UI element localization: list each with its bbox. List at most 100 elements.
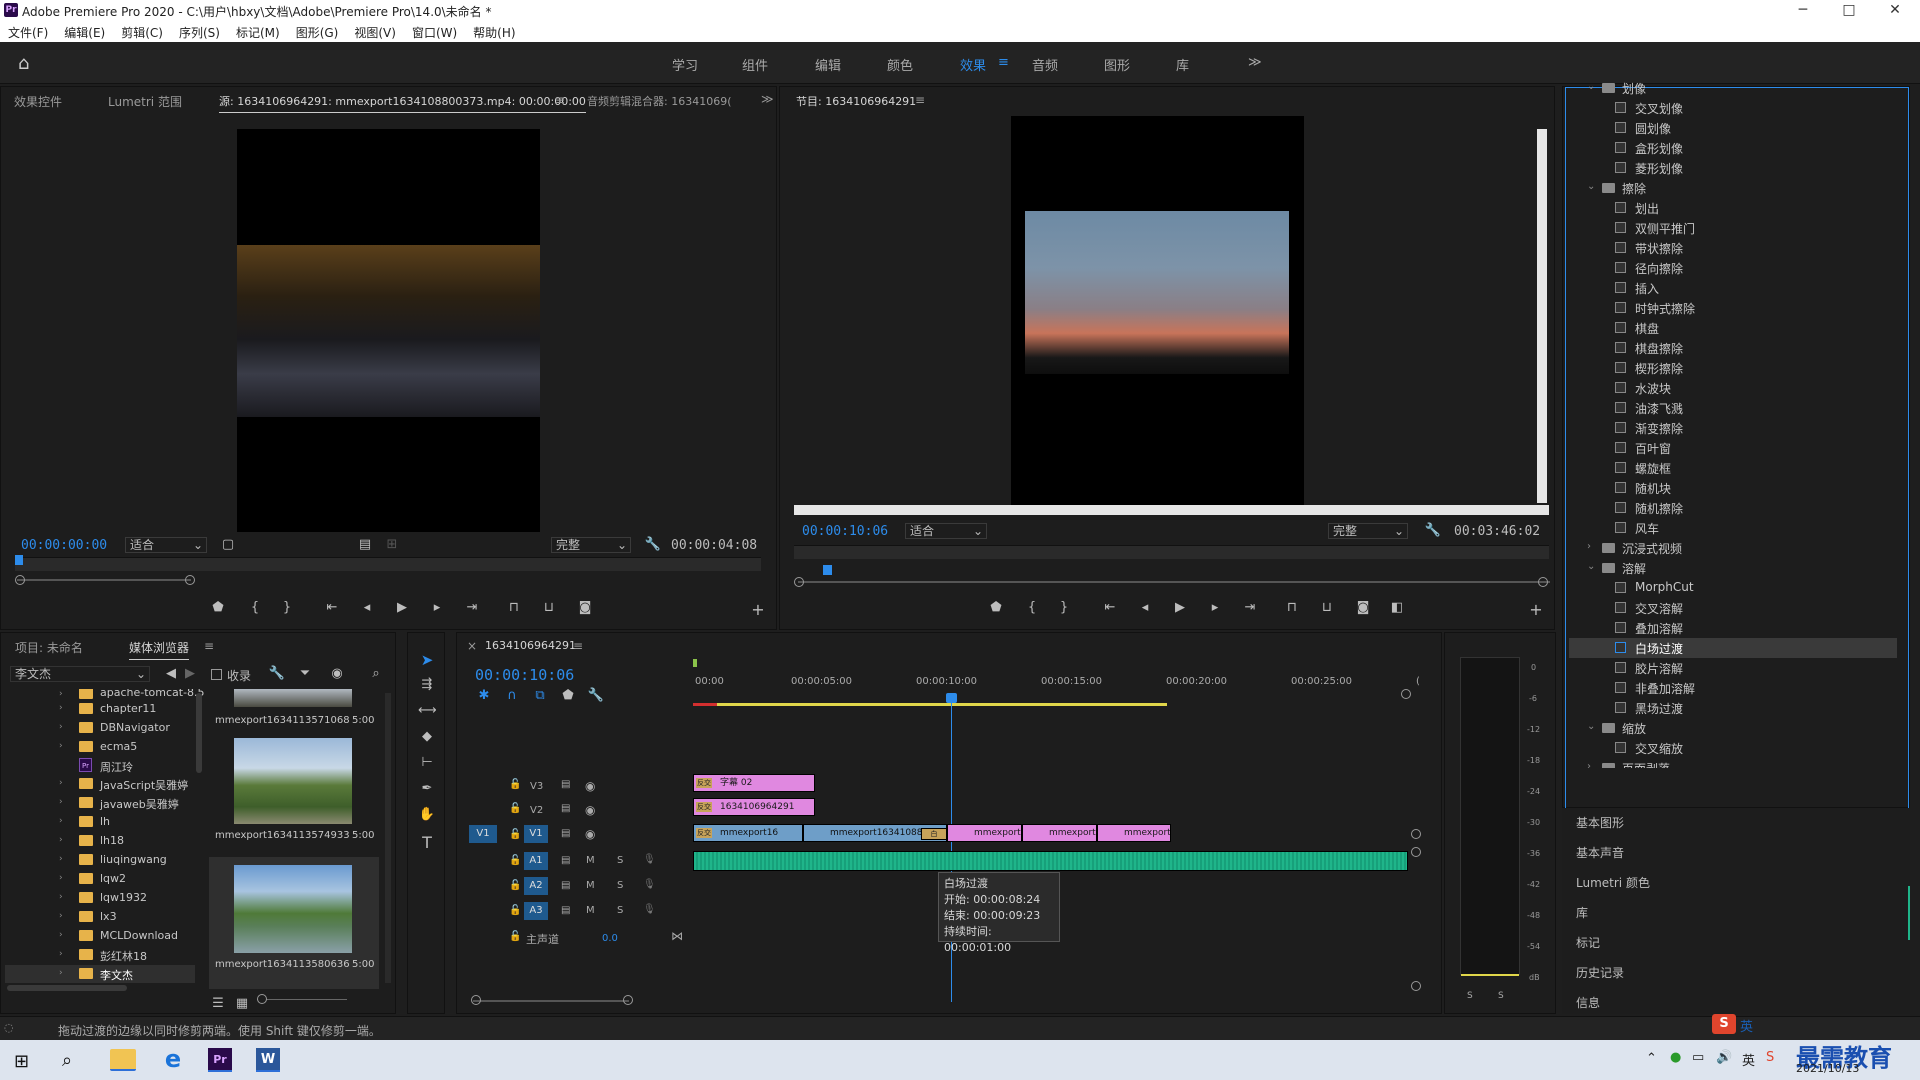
search-icon[interactable]: ⌕: [367, 666, 385, 681]
workspace-audio[interactable]: 音频: [1032, 55, 1058, 74]
effects-group[interactable]: › 沉浸式视频: [1562, 538, 1892, 558]
collapse-arrow-icon[interactable]: ⌄: [1587, 181, 1595, 192]
effect-item[interactable]: 盒形划像: [1569, 138, 1897, 158]
expand-arrow-icon[interactable]: ›: [59, 816, 63, 826]
program-zoom-select[interactable]: 适合 ⌄: [905, 523, 987, 539]
folder-item[interactable]: 彭红林18: [100, 948, 147, 964]
list-view-icon[interactable]: ☰: [209, 996, 227, 1011]
source-zoom-select[interactable]: 适合 ⌄: [125, 537, 207, 553]
mic-icon[interactable]: 🎙: [643, 854, 656, 865]
folder-item[interactable]: javaweb吴雅婷: [100, 796, 179, 812]
effect-item[interactable]: 交叉溶解: [1569, 598, 1897, 618]
folder-item[interactable]: DBNavigator: [100, 721, 170, 734]
expand-arrow-icon[interactable]: ›: [59, 703, 63, 713]
effect-item[interactable]: 菱形划像: [1569, 158, 1897, 178]
premiere-taskbar-icon[interactable]: Pr: [208, 1048, 232, 1072]
add-button-icon[interactable]: +: [1527, 600, 1545, 619]
source-time-ruler[interactable]: [15, 557, 761, 571]
panel-markers[interactable]: 标记: [1576, 934, 1600, 951]
menu-sequence[interactable]: 序列(S): [171, 22, 228, 41]
v-zoom-handle[interactable]: [1411, 981, 1421, 991]
panel-overflow-icon[interactable]: ≫: [761, 92, 774, 106]
effect-item[interactable]: 渐变擦除: [1569, 418, 1897, 438]
solo-button[interactable]: S: [617, 855, 623, 866]
step-forward-icon[interactable]: ▸: [1206, 600, 1224, 615]
mark-in-icon[interactable]: {: [1023, 600, 1041, 615]
lock-icon[interactable]: 🔓: [509, 931, 521, 942]
track-label-a1[interactable]: A1: [524, 852, 548, 870]
volume-icon[interactable]: 🔊: [1716, 1050, 1732, 1065]
expand-arrow-icon[interactable]: ›: [1587, 541, 1591, 552]
effect-item[interactable]: 百叶窗: [1569, 438, 1897, 458]
insert-icon[interactable]: ⊓: [505, 600, 523, 615]
edge-browser-icon[interactable]: e: [160, 1046, 186, 1072]
folder-item[interactable]: lqw2: [100, 872, 126, 885]
clip-v1-3[interactable]: mmexport: [947, 824, 1022, 842]
sync-lock-icon[interactable]: ▤: [561, 880, 570, 891]
menu-view[interactable]: 视图(V): [346, 22, 404, 41]
folder-item[interactable]: apache-tomcat-8.5.: [100, 689, 205, 699]
tab-effect-controls[interactable]: 效果控件: [14, 93, 62, 110]
source-quality-select[interactable]: 完整 ⌄: [551, 537, 631, 553]
zoom-handle-left[interactable]: [471, 995, 481, 1005]
source-panel-menu-icon[interactable]: ≡: [555, 93, 565, 107]
ime-tray-icon[interactable]: 英: [1742, 1050, 1755, 1069]
lock-icon[interactable]: 🔓: [509, 855, 521, 866]
effect-item[interactable]: 圆划像: [1569, 118, 1897, 138]
effect-item[interactable]: 时钟式擦除: [1569, 298, 1897, 318]
menu-marker[interactable]: 标记(M): [228, 22, 288, 41]
effects-group[interactable]: › 页面剥落: [1562, 758, 1892, 768]
maximize-button[interactable]: □: [1826, 0, 1872, 22]
v-zoom-handle[interactable]: [1411, 829, 1421, 839]
clip-v1-5[interactable]: mmexport: [1097, 824, 1171, 842]
effects-group[interactable]: ⌄ 擦除: [1562, 178, 1892, 198]
sequence-menu-icon[interactable]: ≡: [573, 639, 583, 653]
track-label-a3[interactable]: A3: [524, 902, 548, 920]
tree-scrollbar[interactable]: [196, 693, 202, 773]
panel-libraries[interactable]: 库: [1576, 904, 1588, 921]
clip-v1-1[interactable]: 反交 mmexport16: [693, 824, 803, 842]
icon-view-icon[interactable]: ▦: [233, 996, 251, 1011]
track-select-tool-icon[interactable]: ⇶: [418, 677, 436, 692]
clip-v3-title[interactable]: 反交 字幕 02: [693, 774, 815, 792]
panel-lumetri-color[interactable]: Lumetri 颜色: [1576, 874, 1650, 891]
filter-icon[interactable]: ⏷: [296, 666, 314, 681]
step-back-icon[interactable]: ◂: [1136, 600, 1154, 615]
folder-item[interactable]: ecma5: [100, 740, 137, 753]
workspace-color[interactable]: 颜色: [887, 55, 913, 74]
overwrite-icon[interactable]: ⊔: [540, 600, 558, 615]
menu-graphics[interactable]: 图形(G): [288, 22, 347, 41]
effect-item[interactable]: 随机擦除: [1569, 498, 1897, 518]
folder-item[interactable]: liuqingwang: [100, 853, 167, 866]
back-icon[interactable]: ◀: [162, 666, 180, 681]
program-timecode[interactable]: 00:00:10:06: [802, 524, 888, 539]
effect-item[interactable]: 插入: [1569, 278, 1897, 298]
add-marker-icon[interactable]: ⬟: [559, 688, 577, 703]
effect-item[interactable]: 随机块: [1569, 478, 1897, 498]
wrench-icon[interactable]: 🔧: [1424, 523, 1442, 538]
comparison-view-icon[interactable]: ◧: [1388, 600, 1406, 615]
expand-arrow-icon[interactable]: ›: [59, 930, 63, 940]
wrench-icon[interactable]: 🔧: [644, 537, 662, 552]
tab-media-browser[interactable]: 媒体浏览器: [129, 639, 190, 660]
wrench-icon[interactable]: 🔧: [268, 666, 286, 681]
collapse-arrow-icon[interactable]: ⌄: [1587, 561, 1595, 572]
effect-item[interactable]: 水波块: [1569, 378, 1897, 398]
folder-item[interactable]: JavaScript吴雅婷: [100, 777, 188, 793]
tab-source[interactable]: 源: 1634106964291: mmexport1634108800373.…: [219, 93, 586, 113]
effect-item-selected[interactable]: 白场过渡: [1569, 638, 1897, 658]
clip-v2[interactable]: 反交 1634106964291: [693, 798, 815, 816]
program-time-ruler[interactable]: [794, 545, 1549, 559]
effect-item[interactable]: 交叉划像: [1569, 98, 1897, 118]
effect-item[interactable]: 非叠加溶解: [1569, 678, 1897, 698]
folder-item[interactable]: 周江玲: [100, 759, 133, 775]
lock-icon[interactable]: 🔓: [509, 803, 521, 814]
panel-essential-graphics[interactable]: 基本图形: [1576, 814, 1624, 831]
slider-handle[interactable]: [257, 994, 267, 1004]
slip-tool-icon[interactable]: ⊢: [418, 755, 436, 770]
program-scrollbar-h[interactable]: [794, 505, 1549, 515]
folder-item[interactable]: lh: [100, 815, 110, 828]
solo-button[interactable]: S: [617, 880, 623, 891]
effect-item[interactable]: 棋盘擦除: [1569, 338, 1897, 358]
lift-icon[interactable]: ⊓: [1283, 600, 1301, 615]
